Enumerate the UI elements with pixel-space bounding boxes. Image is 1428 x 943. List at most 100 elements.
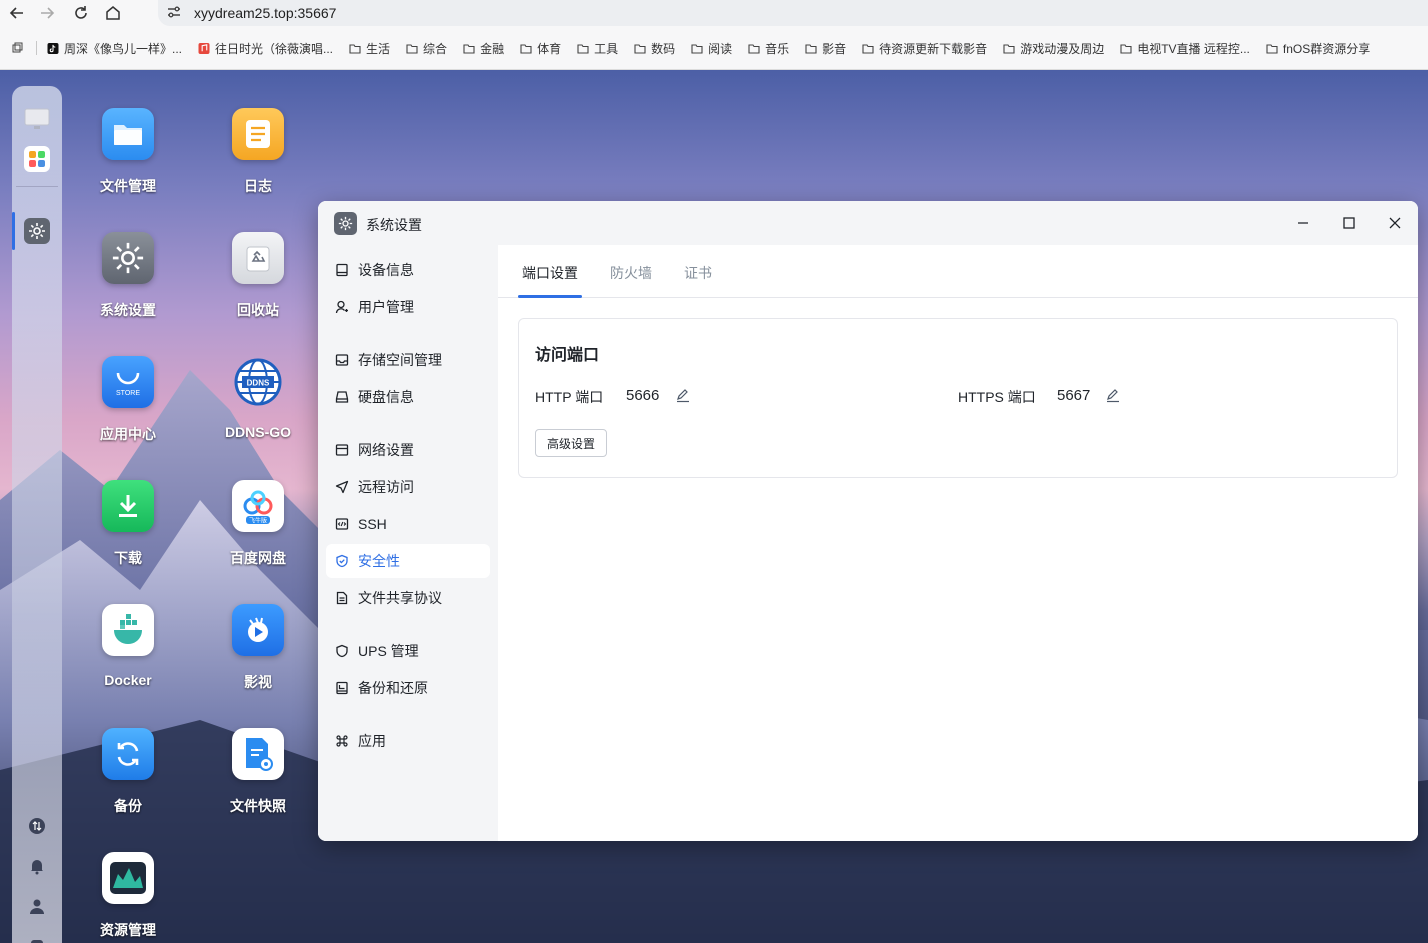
dock-more-icon[interactable]: [27, 936, 47, 943]
close-button[interactable]: [1385, 213, 1405, 233]
tab-firewall[interactable]: 防火墙: [610, 263, 652, 283]
sidebar-item[interactable]: 设备信息: [326, 253, 490, 287]
sidebar-item-label: SSH: [358, 516, 387, 532]
bookmark-item[interactable]: 体育: [520, 40, 561, 57]
desktop-app[interactable]: 文件管理: [73, 108, 183, 196]
file-snapshot-icon[interactable]: [232, 728, 284, 780]
dock-transfer-icon[interactable]: [27, 816, 47, 836]
backup-restore-icon: [334, 680, 350, 696]
bookmark-item[interactable]: 往日时光（徐薇演唱...: [198, 40, 333, 57]
file-manager-icon[interactable]: [102, 108, 154, 160]
video-icon[interactable]: [232, 604, 284, 656]
desktop-app[interactable]: 备份: [73, 728, 183, 816]
home-button[interactable]: [102, 2, 124, 24]
settings-gear-icon: [334, 212, 357, 235]
desktop-app[interactable]: 下载: [73, 480, 183, 568]
bookmark-label: 综合: [423, 41, 448, 56]
folder-icon: [577, 43, 589, 54]
access-port-card: 访问端口 HTTP 端口 5666 HTTPS 端口 5667 高级设置: [518, 318, 1398, 478]
dock-notification-icon[interactable]: [27, 856, 47, 876]
log-icon[interactable]: [232, 108, 284, 160]
sidebar-item[interactable]: 备份和还原: [326, 671, 490, 705]
sidebar-item[interactable]: 用户管理: [326, 290, 490, 324]
settings-content: 端口设置 防火墙 证书 访问端口 HTTP 端口 5666 HTTPS 端口 5…: [498, 245, 1418, 841]
tab-certificate[interactable]: 证书: [684, 263, 712, 283]
forward-button[interactable]: [36, 2, 58, 24]
minimize-button[interactable]: [1293, 213, 1313, 233]
recycle-bin-icon[interactable]: [232, 232, 284, 284]
desktop-app[interactable]: STORE 应用中心: [73, 356, 183, 444]
bookmark-item[interactable]: 数码: [634, 40, 675, 57]
browser-chrome: xyydream25.top:35667 周深《像鸟儿一样》... 往日时光（徐薇…: [0, 0, 1428, 70]
desktop-app-label: 文件快照: [230, 798, 286, 814]
edit-http-port-icon[interactable]: [675, 387, 691, 403]
bookmark-item[interactable]: 工具: [577, 40, 618, 57]
window-titlebar[interactable]: 系统设置: [318, 201, 1418, 245]
reload-button[interactable]: [70, 2, 92, 24]
address-bar[interactable]: xyydream25.top:35667: [158, 0, 1428, 26]
resource-monitor-icon[interactable]: [102, 852, 154, 904]
docker-icon[interactable]: [102, 604, 154, 656]
store-icon[interactable]: STORE: [102, 356, 154, 408]
bookmark-item[interactable]: 综合: [406, 40, 447, 57]
folder-icon: [634, 43, 646, 54]
bookmark-item[interactable]: 生活: [349, 40, 390, 57]
desktop-app[interactable]: 系统设置: [73, 232, 183, 320]
bookmark-item[interactable]: 待资源更新下载影音: [862, 40, 987, 57]
desktop-app[interactable]: 飞牛版 百度网盘: [203, 480, 313, 568]
network-icon: [334, 442, 350, 458]
bookmark-item[interactable]: 影音: [805, 40, 846, 57]
bookmark-item[interactable]: 音乐: [748, 40, 789, 57]
desktop-app[interactable]: DDNS DDNS-GO: [203, 356, 313, 440]
maximize-button[interactable]: [1339, 213, 1359, 233]
http-port-label: HTTP 端口: [535, 389, 604, 405]
desktop-app-label: Docker: [104, 672, 152, 688]
remote-access-icon: [334, 479, 350, 495]
back-button[interactable]: [6, 2, 28, 24]
sidebar-item[interactable]: UPS 管理: [326, 634, 490, 668]
card-title: 访问端口: [535, 347, 600, 364]
document-icon: [334, 590, 350, 606]
sidebar-item[interactable]: 应用: [326, 724, 490, 758]
desktop-app[interactable]: Docker: [73, 604, 183, 688]
tab-search-icon[interactable]: [0, 42, 36, 54]
dock-user-icon[interactable]: [27, 896, 47, 916]
dock-desktop-icon[interactable]: [24, 106, 50, 132]
backup-icon[interactable]: [102, 728, 154, 780]
folder-icon: [805, 43, 817, 54]
folder-icon: [1120, 43, 1132, 54]
svg-text:飞牛版: 飞牛版: [249, 517, 267, 525]
desktop-app-label: 应用中心: [100, 426, 156, 442]
url-text[interactable]: xyydream25.top:35667: [194, 5, 336, 21]
settings-gear-icon[interactable]: [102, 232, 154, 284]
site-settings-icon[interactable]: [166, 4, 182, 20]
sidebar-item[interactable]: 文件共享协议: [326, 581, 490, 615]
ddns-globe-icon[interactable]: DDNS: [232, 356, 284, 408]
edit-https-port-icon[interactable]: [1105, 387, 1121, 403]
desktop-app[interactable]: 影视: [203, 604, 313, 692]
bookmark-item[interactable]: 阅读: [691, 40, 732, 57]
dock-settings-icon[interactable]: [24, 218, 50, 244]
bookmark-item[interactable]: 电视TV直播 远程控...: [1120, 40, 1250, 57]
bookmark-item[interactable]: 游戏动漫及周边: [1003, 40, 1104, 57]
sidebar-item[interactable]: SSH: [326, 507, 490, 541]
desktop-app[interactable]: 资源管理: [73, 852, 183, 940]
active-tab-indicator: [518, 295, 582, 298]
desktop-app[interactable]: 文件快照: [203, 728, 313, 816]
download-icon[interactable]: [102, 480, 154, 532]
desktop-app[interactable]: 日志: [203, 108, 313, 196]
sidebar-item[interactable]: 硬盘信息: [326, 380, 490, 414]
tab-port-settings[interactable]: 端口设置: [522, 263, 578, 283]
sidebar-item[interactable]: 存储空间管理: [326, 343, 490, 377]
advanced-settings-button[interactable]: 高级设置: [535, 429, 607, 457]
baidu-netdisk-icon[interactable]: 飞牛版: [232, 480, 284, 532]
bookmark-item[interactable]: fnOS群资源分享: [1266, 40, 1370, 57]
sidebar-item[interactable]: 远程访问: [326, 470, 490, 504]
bookmark-item[interactable]: 周深《像鸟儿一样》...: [47, 40, 182, 57]
window-title: 系统设置: [366, 217, 422, 233]
dock-app-launcher-icon[interactable]: [24, 146, 50, 172]
bookmark-item[interactable]: 金融: [463, 40, 504, 57]
sidebar-item[interactable]: 网络设置: [326, 433, 490, 467]
desktop-app[interactable]: 回收站: [203, 232, 313, 320]
sidebar-item[interactable]: 安全性: [326, 544, 490, 578]
